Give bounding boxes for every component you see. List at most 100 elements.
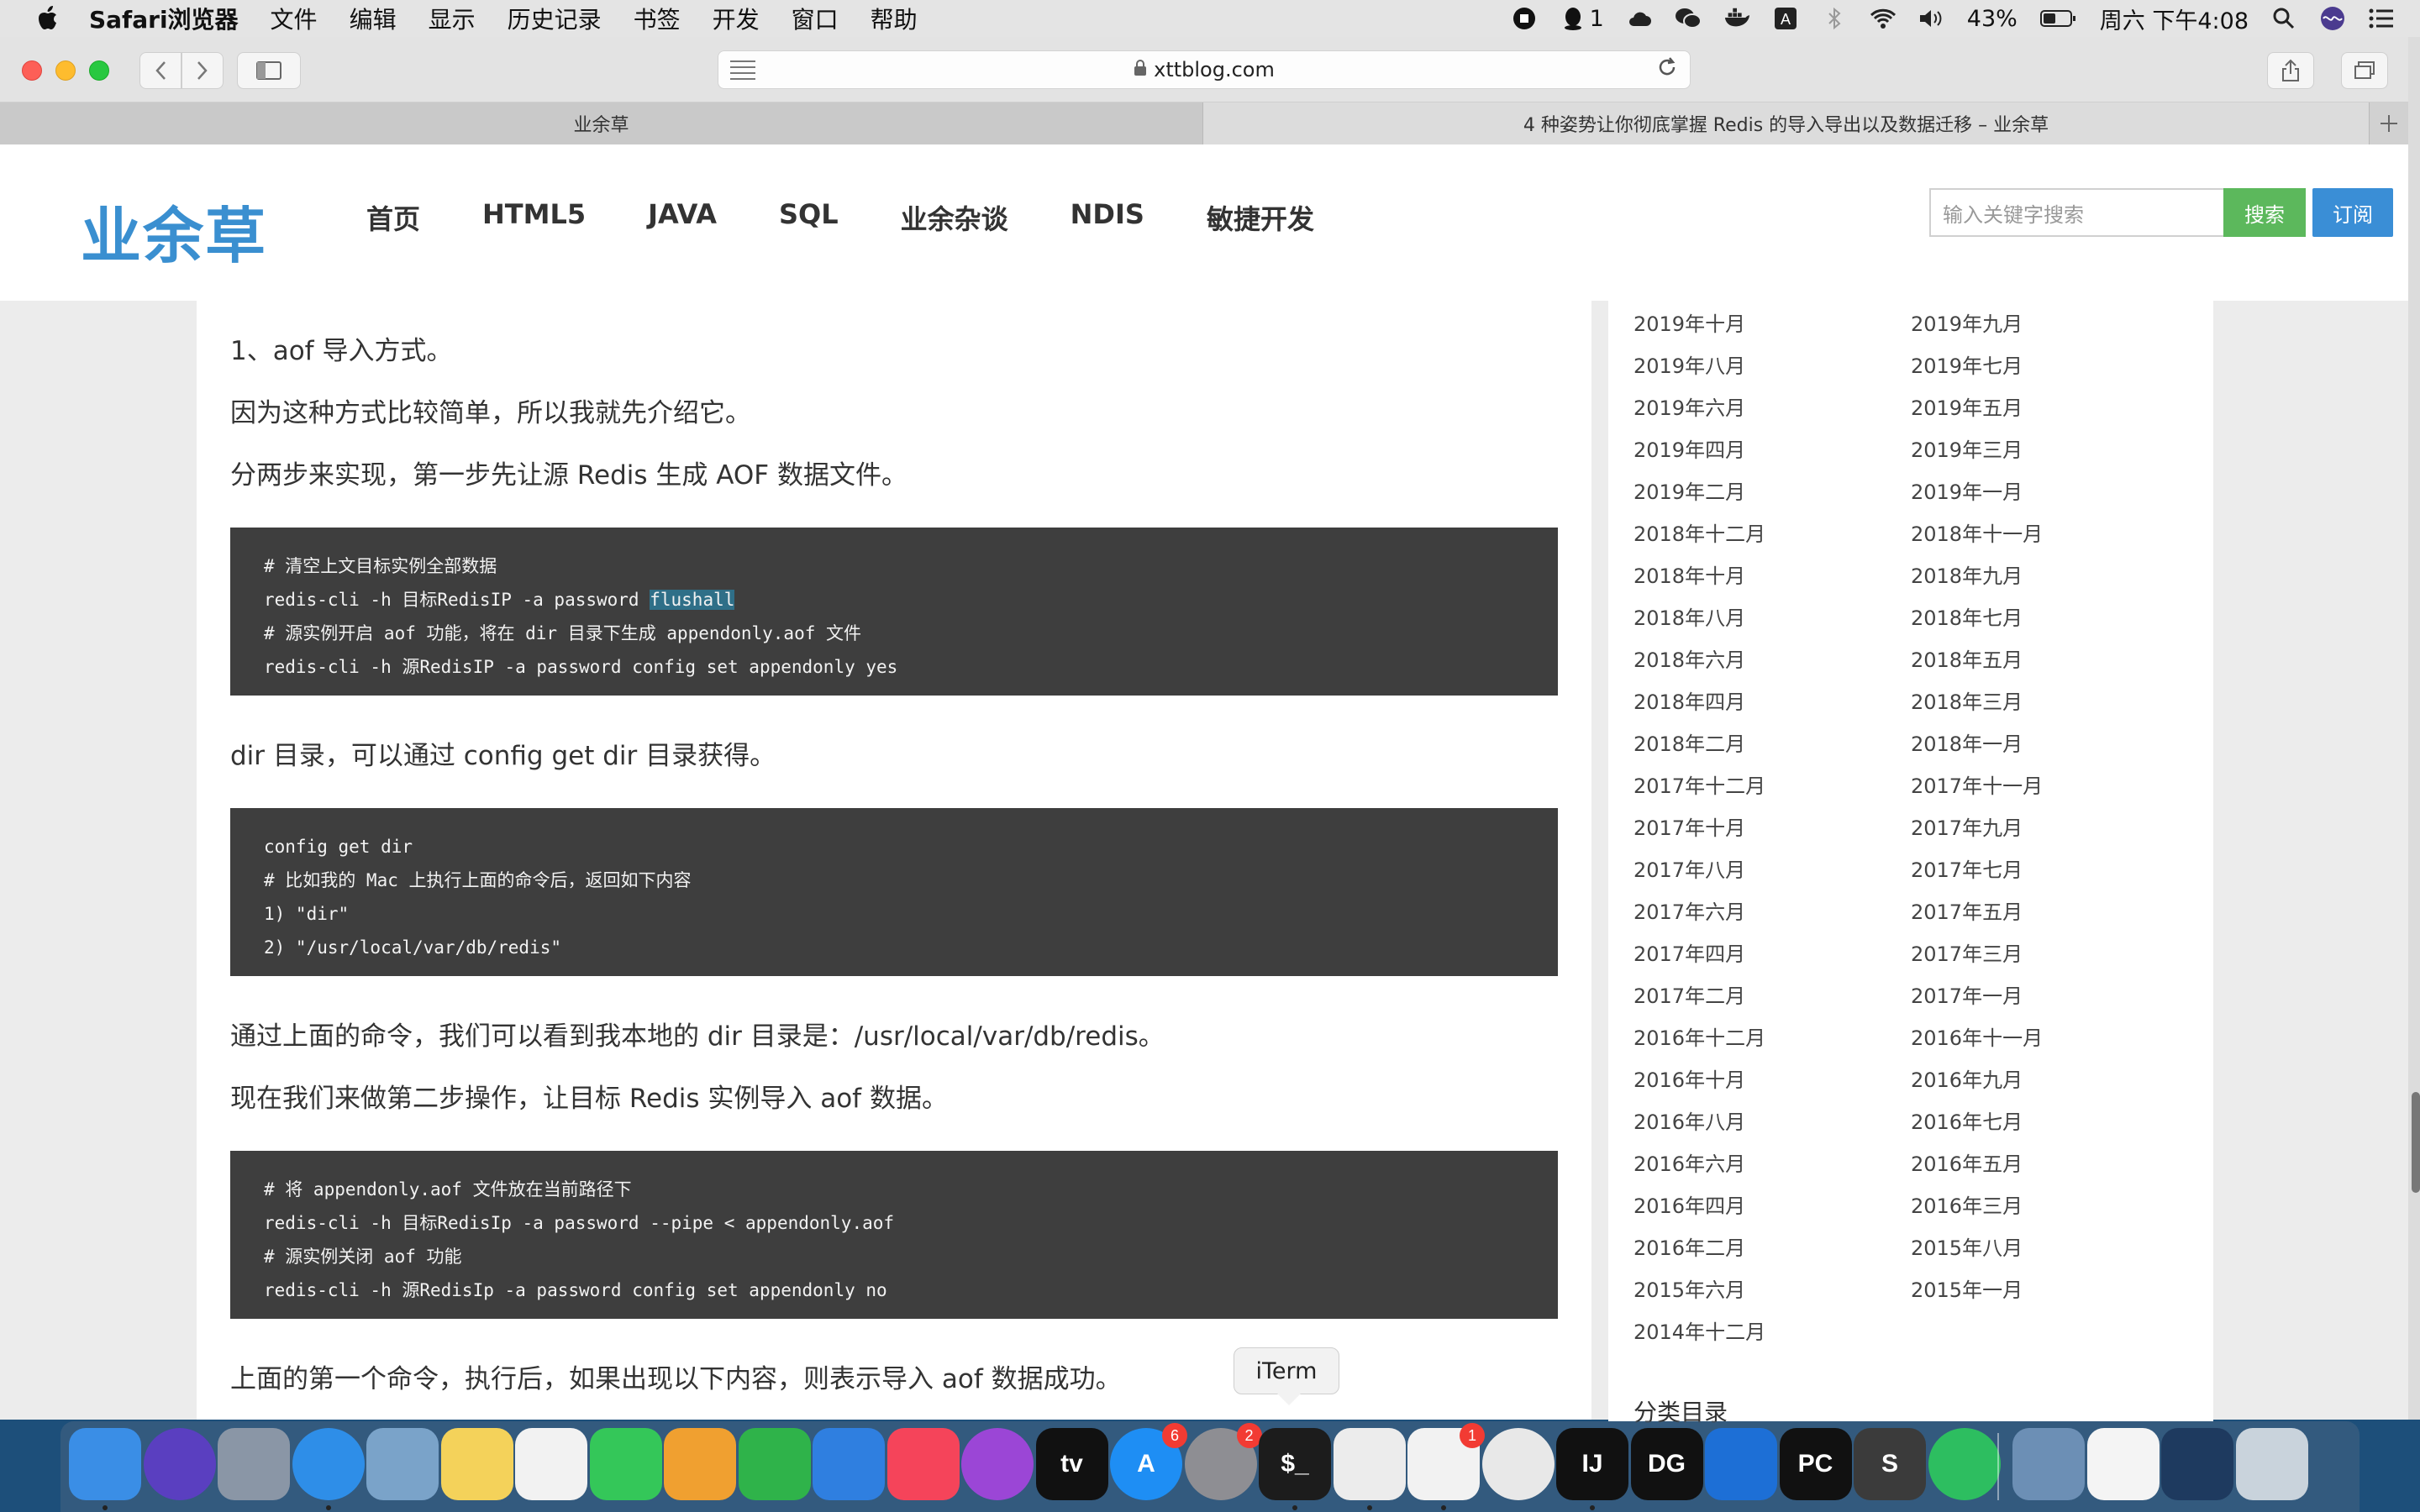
archive-link[interactable]: 2016年八月: [1634, 1105, 1745, 1135]
menu-history[interactable]: 历史记录: [508, 2, 602, 35]
archive-link[interactable]: 2017年六月: [1634, 895, 1745, 925]
facetime-icon[interactable]: [589, 1428, 662, 1500]
new-tab-button[interactable]: [2370, 102, 2408, 144]
menu-file[interactable]: 文件: [271, 2, 318, 35]
tab-home[interactable]: 业余草: [0, 102, 1203, 144]
archive-link[interactable]: 2017年十一月: [1911, 769, 2043, 799]
tab-article[interactable]: 4 种姿势让你彻底掌握 Redis 的导入导出以及数据迁移 – 业余草: [1203, 102, 2370, 144]
archive-link[interactable]: 2016年五月: [1911, 1147, 2023, 1177]
safari-icon[interactable]: [292, 1428, 365, 1510]
sourcetree-icon[interactable]: [1705, 1428, 1777, 1500]
back-button[interactable]: [139, 52, 182, 89]
notification-center-icon[interactable]: [2368, 5, 2395, 32]
archive-link[interactable]: 2017年四月: [1634, 937, 1745, 967]
menu-develop[interactable]: 开发: [713, 2, 760, 35]
window-zoom-button[interactable]: [89, 60, 109, 81]
volume-icon[interactable]: [1918, 5, 1945, 32]
apple-menu-icon[interactable]: [34, 3, 64, 34]
archive-link[interactable]: 2014年十二月: [1634, 1315, 1765, 1345]
sidebar-toggle-button[interactable]: [237, 52, 301, 89]
page-scrollbar[interactable]: [2408, 37, 2420, 1420]
input-source-icon[interactable]: A: [1772, 5, 1799, 32]
archive-link[interactable]: 2018年八月: [1634, 601, 1745, 631]
archive-link[interactable]: 2018年九月: [1911, 559, 2023, 589]
archive-link[interactable]: 2019年三月: [1911, 433, 2023, 463]
archive-link[interactable]: 2019年七月: [1911, 349, 2023, 379]
archive-link[interactable]: 2017年二月: [1634, 979, 1745, 1009]
archive-link[interactable]: 2017年九月: [1911, 811, 2023, 841]
chrome-icon[interactable]: [1481, 1428, 1555, 1500]
nav-sql[interactable]: SQL: [779, 198, 839, 237]
wechat-icon[interactable]: [1333, 1428, 1406, 1510]
qq-icon[interactable]: 1: [1407, 1423, 1485, 1510]
spotlight-search-icon[interactable]: [2270, 5, 2297, 32]
subscribe-button[interactable]: 订阅: [2312, 188, 2393, 237]
iterm-icon[interactable]: $_: [1259, 1428, 1331, 1510]
nav-java[interactable]: JAVA: [648, 198, 717, 237]
reload-icon[interactable]: [1656, 56, 1678, 84]
archive-link[interactable]: 2017年五月: [1911, 895, 2023, 925]
archive-link[interactable]: 2017年一月: [1911, 979, 2023, 1009]
archive-link[interactable]: 2016年二月: [1634, 1231, 1745, 1261]
keynote-icon[interactable]: [813, 1428, 885, 1500]
archive-link[interactable]: 2015年八月: [1911, 1231, 2023, 1261]
archive-link[interactable]: 2018年五月: [1911, 643, 2023, 673]
archive-link[interactable]: 2019年十月: [1634, 307, 1745, 337]
archive-link[interactable]: 2017年十月: [1634, 811, 1745, 841]
apple-tv-icon[interactable]: tv: [1035, 1428, 1108, 1500]
wifi-icon[interactable]: [1870, 5, 1897, 32]
archive-link[interactable]: 2019年一月: [1911, 475, 2023, 505]
pycharm-icon[interactable]: PC: [1779, 1428, 1852, 1500]
reader-view-icon[interactable]: [730, 58, 755, 81]
wechat-status-icon[interactable]: [1675, 5, 1702, 32]
archive-link[interactable]: 2016年七月: [1911, 1105, 2023, 1135]
nav-misc[interactable]: 业余杂谈: [901, 198, 1008, 237]
menu-clock[interactable]: 周六 下午4:08: [2100, 3, 2249, 35]
archive-link[interactable]: 2019年八月: [1634, 349, 1745, 379]
archive-link[interactable]: 2016年十月: [1634, 1063, 1745, 1093]
podcasts-icon[interactable]: [961, 1428, 1034, 1500]
archive-link[interactable]: 2016年十二月: [1634, 1021, 1765, 1051]
docker-icon[interactable]: [1723, 5, 1750, 32]
textedit-icon[interactable]: [2086, 1428, 2160, 1500]
archive-link[interactable]: 2018年三月: [1911, 685, 2023, 715]
archive-link[interactable]: 2016年四月: [1634, 1189, 1745, 1219]
archive-link[interactable]: 2018年六月: [1634, 643, 1745, 673]
archive-link[interactable]: 2019年五月: [1911, 391, 2023, 421]
scrollbar-thumb[interactable]: [2412, 1092, 2420, 1193]
archive-link[interactable]: 2019年四月: [1634, 433, 1745, 463]
address-bar[interactable]: xttblog.com: [718, 50, 1691, 89]
share-button[interactable]: [2267, 52, 2314, 89]
record-stop-icon[interactable]: [1511, 5, 1538, 32]
site-search-input[interactable]: 输入关键字搜索: [1929, 188, 2223, 237]
archive-link[interactable]: 2015年六月: [1634, 1273, 1745, 1303]
archive-link[interactable]: 2017年三月: [1911, 937, 2023, 967]
archive-link[interactable]: 2016年三月: [1911, 1189, 2023, 1219]
pages-icon[interactable]: [664, 1428, 736, 1500]
launchpad-icon[interactable]: [218, 1428, 290, 1500]
menu-help[interactable]: 帮助: [871, 2, 918, 35]
app-store-icon[interactable]: A6: [1110, 1423, 1187, 1500]
archive-link[interactable]: 2016年十一月: [1911, 1021, 2043, 1051]
mail-bird-icon[interactable]: [366, 1428, 439, 1500]
evernote-icon[interactable]: [1928, 1428, 2001, 1500]
archive-link[interactable]: 2019年二月: [1634, 475, 1745, 505]
preview-icon[interactable]: [2012, 1428, 2085, 1500]
site-search-button[interactable]: 搜索: [2223, 188, 2306, 237]
archive-link[interactable]: 2018年十月: [1634, 559, 1745, 589]
archive-link[interactable]: 2019年六月: [1634, 391, 1745, 421]
archive-link[interactable]: 2018年四月: [1634, 685, 1745, 715]
sublime-icon[interactable]: S: [1854, 1428, 1926, 1500]
archive-link[interactable]: 2018年十二月: [1634, 517, 1765, 547]
cloud-sync-icon[interactable]: [1626, 5, 1653, 32]
quicktime-icon[interactable]: [2161, 1428, 2233, 1500]
nav-ndis[interactable]: NDIS: [1071, 198, 1144, 237]
finder-icon[interactable]: [69, 1428, 141, 1510]
archive-link[interactable]: 2016年九月: [1911, 1063, 2023, 1093]
archive-link[interactable]: 2017年八月: [1634, 853, 1745, 883]
archive-link[interactable]: 2018年一月: [1911, 727, 2023, 757]
archive-link[interactable]: 2016年六月: [1634, 1147, 1745, 1177]
numbers-icon[interactable]: [738, 1428, 811, 1500]
archive-link[interactable]: 2017年七月: [1911, 853, 2023, 883]
forward-button[interactable]: [182, 52, 224, 89]
